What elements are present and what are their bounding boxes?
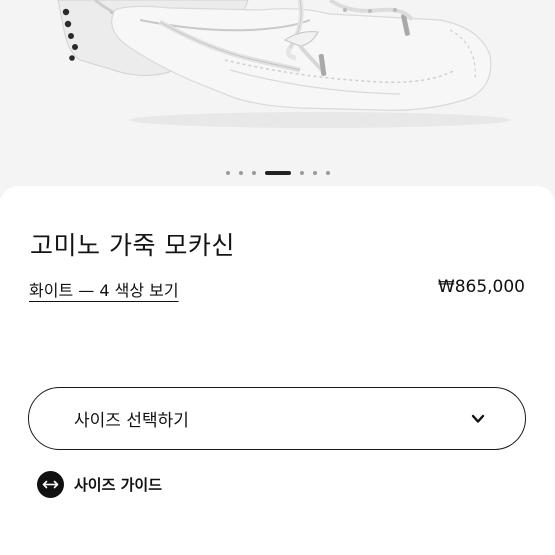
pager-dot-active[interactable] (264, 171, 291, 175)
size-guide-link[interactable]: 사이즈 가이드 (37, 470, 162, 498)
horizontal-arrows-icon (37, 470, 64, 498)
chevron-down-icon (471, 414, 485, 423)
product-image[interactable] (0, 0, 555, 198)
pager-dot[interactable] (299, 171, 304, 175)
size-select-label: 사이즈 선택하기 (74, 411, 189, 431)
pager-dot[interactable] (251, 171, 256, 175)
product-title: 고미노 가죽 모카신 (30, 231, 235, 260)
pager-dot[interactable] (238, 171, 243, 175)
pager-dot[interactable] (325, 171, 330, 175)
product-price: ₩865,000 (437, 277, 525, 297)
image-pager (0, 166, 555, 180)
size-guide-label: 사이즈 가이드 (74, 475, 163, 494)
pager-dot[interactable] (312, 171, 317, 175)
pager-dot[interactable] (225, 171, 230, 175)
color-options-link[interactable]: 화이트 — 4 색상 보기 (29, 277, 179, 301)
size-select-dropdown[interactable]: 사이즈 선택하기 (28, 387, 526, 450)
